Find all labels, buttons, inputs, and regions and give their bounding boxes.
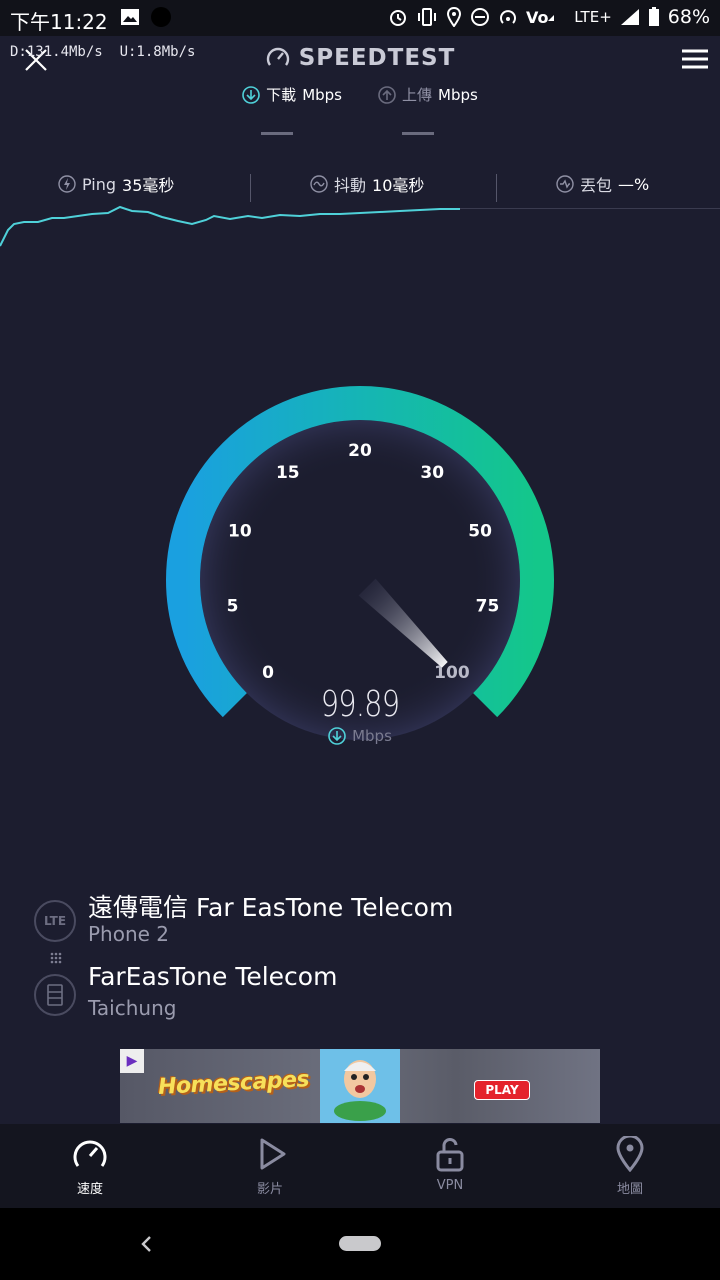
nav-vpn-label: VPN (436, 1178, 464, 1193)
gauge-tick-label: 50 (468, 521, 492, 541)
lte-icon: LTE (34, 900, 76, 942)
image-icon (121, 9, 139, 25)
gauge-tick-label: 20 (348, 441, 372, 461)
upload-icon (378, 85, 396, 104)
jitter-metric: 抖動 10毫秒 (310, 172, 424, 196)
menu-icon[interactable] (680, 48, 710, 70)
server-location: Taichung (88, 996, 177, 1020)
notification-dot-icon (151, 7, 171, 27)
speedometer-icon (73, 1140, 107, 1167)
gauge-tick-label: 10 (228, 521, 252, 541)
jitter-icon (310, 175, 328, 193)
nav-video[interactable]: 影片 (180, 1124, 360, 1208)
dnd-icon (471, 8, 490, 26)
divider (496, 174, 497, 202)
nav-speed-label: 速度 (76, 1182, 103, 1197)
ad-character-image (320, 1049, 400, 1123)
nav-map[interactable]: 地圖 (540, 1124, 720, 1208)
map-pin-icon (616, 1136, 644, 1172)
network-type: LTE+ (574, 8, 612, 26)
volte-icon: Vo (526, 8, 555, 27)
back-icon[interactable] (138, 1232, 154, 1256)
speed-graph (0, 205, 460, 247)
jitter-value: 10毫秒 (372, 176, 425, 195)
app-title: SPEEDTEST (0, 45, 720, 75)
download-icon (242, 85, 260, 104)
server-icon (34, 974, 76, 1016)
home-pill[interactable] (339, 1236, 381, 1251)
unlock-icon (436, 1138, 464, 1172)
vibrate-icon (418, 8, 437, 26)
download-value-placeholder (261, 132, 293, 135)
signal-icon (620, 9, 639, 25)
ping-icon (58, 175, 76, 193)
speed-unit-label: Mbps (352, 727, 392, 745)
location-icon (447, 7, 462, 27)
battery-percent: 68% (667, 6, 710, 28)
download-unit: Mbps (302, 85, 342, 104)
upload-label: 上傳 (402, 86, 433, 104)
gauge-tick-label: 0 (262, 663, 274, 683)
server-name: FarEasTone Telecom (88, 962, 338, 991)
ping-value: 35毫秒 (122, 176, 175, 195)
download-icon (328, 727, 346, 745)
download-label: 下載 (266, 86, 297, 104)
connection-dots-icon (50, 952, 62, 964)
ad-play-button[interactable]: PLAY (474, 1080, 530, 1100)
gauge-tick-label: 75 (476, 596, 500, 616)
download-header: 下載 Mbps (242, 84, 342, 105)
carrier-name: 遠傳電信 Far EasTone Telecom (88, 893, 454, 922)
status-bar: 下午11:22 Vo LTE+ 68% (0, 0, 720, 36)
packet-loss-icon (556, 175, 574, 193)
upload-value-placeholder (402, 132, 434, 135)
ping-metric: Ping 35毫秒 (58, 172, 174, 196)
nav-vpn[interactable]: VPN (360, 1124, 540, 1208)
packet-loss-label: 丟包 (580, 176, 613, 195)
nav-video-label: 影片 (256, 1182, 283, 1197)
carrier-sim: Phone 2 (88, 922, 170, 946)
brand-text: SPEEDTEST (298, 45, 456, 71)
battery-icon (648, 7, 659, 26)
gauge-tick-label: 100 (434, 663, 470, 683)
ping-label: Ping (82, 174, 117, 194)
divider (250, 174, 251, 202)
ad-banner[interactable]: ▶ Homescapes PLAY (120, 1049, 600, 1123)
result-header: 下載 Mbps 上傳 Mbps (0, 84, 720, 105)
play-icon (260, 1138, 286, 1170)
jitter-label: 抖動 (334, 176, 367, 195)
alarm-icon (390, 10, 407, 26)
graph-baseline (460, 208, 720, 209)
upload-header: 上傳 Mbps (378, 84, 478, 105)
speedtest-logo-icon (266, 47, 289, 66)
gauge-tick-label: 15 (276, 463, 300, 483)
gauge-tick-label: 30 (420, 463, 444, 483)
status-time: 下午11:22 (10, 10, 108, 34)
upload-unit: Mbps (438, 85, 478, 104)
gauge-tick-label: 5 (227, 596, 239, 616)
bottom-navigation: 速度 影片 VPN 地圖 (0, 1124, 720, 1208)
nav-map-label: 地圖 (616, 1182, 643, 1197)
hotspot-icon (500, 10, 517, 24)
speed-unit: Mbps (0, 727, 720, 745)
packet-loss-metric: 丟包 —% (556, 172, 649, 196)
nav-speed[interactable]: 速度 (0, 1124, 180, 1208)
packet-loss-value: —% (618, 174, 650, 194)
ad-choices-icon[interactable]: ▶ (120, 1049, 144, 1073)
speed-value: 99.89 (320, 684, 400, 725)
svg-text:Vo: Vo (526, 8, 549, 27)
